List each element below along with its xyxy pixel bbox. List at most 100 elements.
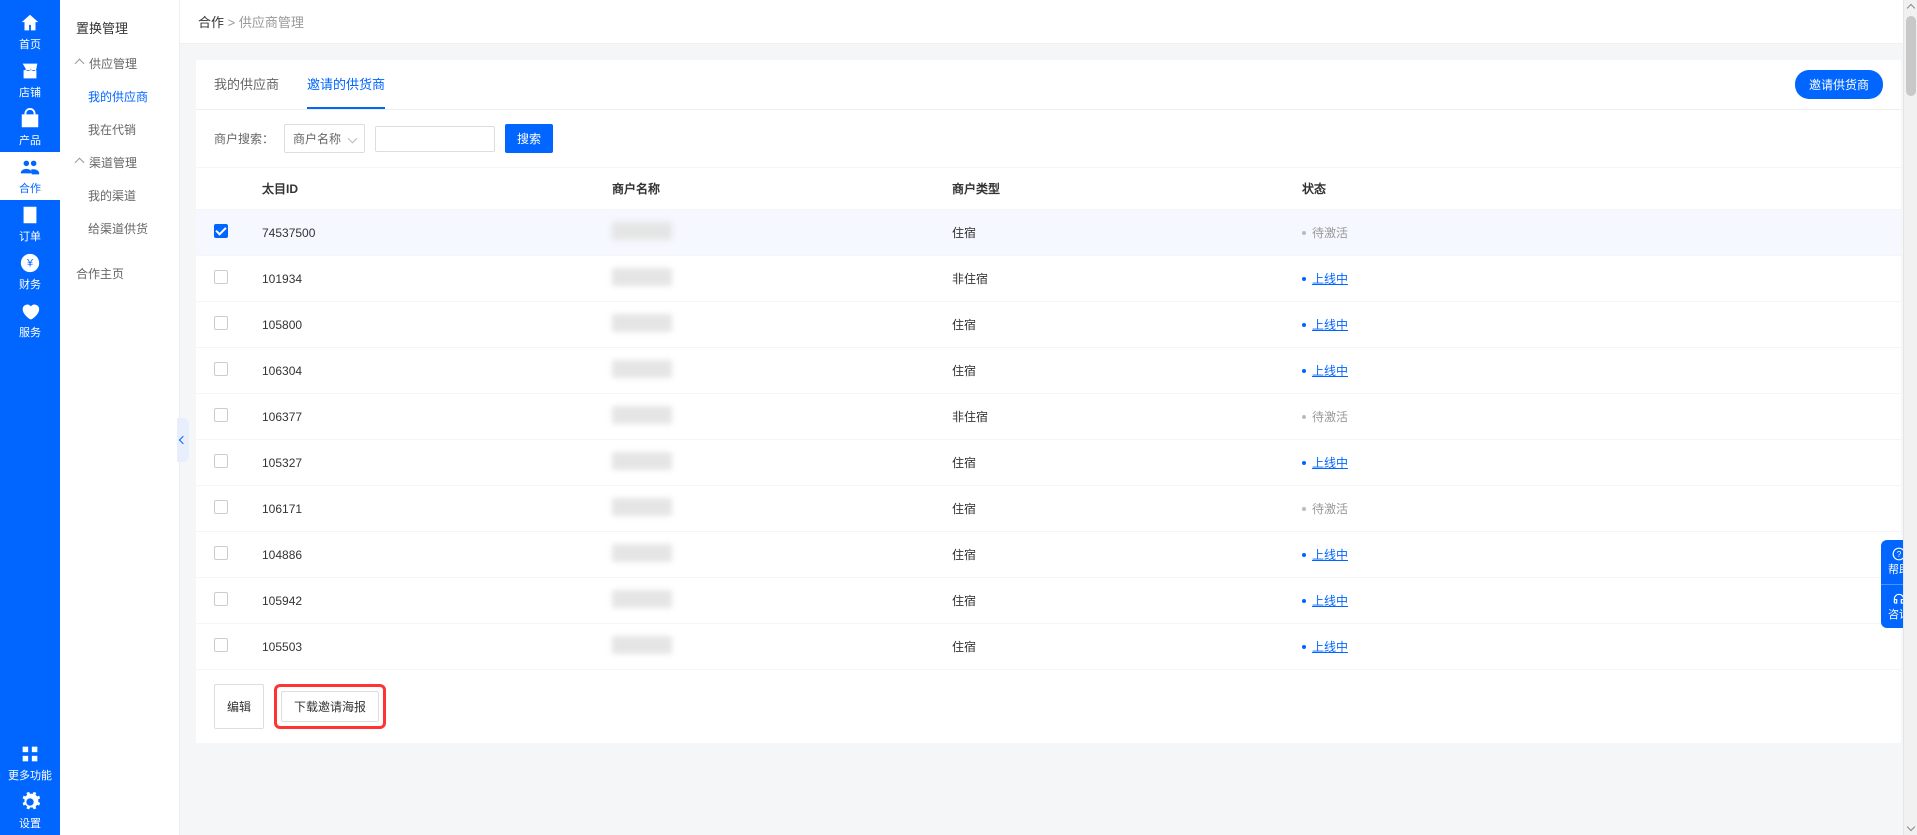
- redacted-name: [612, 222, 672, 240]
- rail-item-order[interactable]: 订单: [0, 200, 60, 248]
- status-badge[interactable]: 上线中: [1302, 270, 1348, 287]
- bag-icon: [19, 108, 41, 130]
- row-checkbox[interactable]: [214, 638, 228, 652]
- table-row[interactable]: 105503住宿上线中: [196, 624, 1901, 670]
- table-row[interactable]: 106304住宿上线中: [196, 348, 1901, 394]
- rail-label: 店铺: [19, 84, 41, 100]
- cell-type: 住宿: [952, 546, 1302, 563]
- cell-name: [612, 314, 952, 335]
- table-row[interactable]: 105942住宿上线中: [196, 578, 1901, 624]
- row-checkbox[interactable]: [214, 270, 228, 284]
- cell-status: 上线中: [1302, 546, 1883, 564]
- rail-item-settings[interactable]: 设置: [0, 787, 60, 835]
- svg-text:?: ?: [1897, 550, 1902, 559]
- redacted-name: [612, 452, 672, 470]
- redacted-name: [612, 314, 672, 332]
- cell-id: 106377: [262, 410, 612, 424]
- cell-type: 住宿: [952, 316, 1302, 333]
- cell-type: 住宿: [952, 500, 1302, 517]
- tab-my-suppliers[interactable]: 我的供应商: [214, 60, 279, 109]
- row-checkbox[interactable]: [214, 316, 228, 330]
- subnav-group-channel[interactable]: 渠道管理: [60, 146, 179, 179]
- tab-bar: 我的供应商 邀请的供货商 邀请供货商: [196, 60, 1901, 110]
- status-badge[interactable]: 上线中: [1302, 454, 1348, 471]
- cell-name: [612, 360, 952, 381]
- rail-label: 订单: [19, 228, 41, 244]
- scroll-thumb[interactable]: [1906, 16, 1916, 96]
- cell-name: [612, 590, 952, 611]
- cell-type: 非住宿: [952, 408, 1302, 425]
- row-checkbox[interactable]: [214, 500, 228, 514]
- breadcrumb-root[interactable]: 合作: [198, 15, 224, 30]
- row-checkbox[interactable]: [214, 546, 228, 560]
- heart-icon: [19, 300, 41, 322]
- home-icon: [19, 12, 41, 34]
- redacted-name: [612, 636, 672, 654]
- subnav-item-my-suppliers[interactable]: 我的供应商: [60, 80, 179, 113]
- cell-status: 上线中: [1302, 316, 1883, 334]
- search-input[interactable]: [375, 126, 495, 152]
- table-header-row: 太目ID 商户名称 商户类型 状态: [196, 168, 1901, 210]
- subnav-group-supply[interactable]: 供应管理: [60, 47, 179, 80]
- row-checkbox[interactable]: [214, 408, 228, 422]
- rail-label: 首页: [19, 36, 41, 52]
- subnav-item-supply-to-channel[interactable]: 给渠道供货: [60, 212, 179, 245]
- cell-name: [612, 636, 952, 657]
- merchant-search-label: 商户搜索：: [214, 130, 274, 147]
- tab-invited-suppliers[interactable]: 邀请的供货商: [307, 60, 385, 109]
- subnav-item-coop-home[interactable]: 合作主页: [60, 257, 179, 290]
- rail-item-more[interactable]: 更多功能: [0, 739, 60, 787]
- download-invite-poster-button[interactable]: 下载邀请海报: [281, 691, 379, 722]
- scroll-down-arrow[interactable]: [1904, 821, 1917, 835]
- search-field-select[interactable]: 商户名称: [284, 124, 365, 153]
- table-actions: 编辑 下载邀请海报: [196, 670, 1901, 743]
- breadcrumb-current: 供应商管理: [239, 15, 304, 30]
- rail-item-coop[interactable]: 合作: [0, 152, 60, 200]
- subnav-title: 置换管理: [60, 12, 179, 47]
- scroll-up-arrow[interactable]: [1904, 0, 1917, 14]
- table-row[interactable]: 105800住宿上线中: [196, 302, 1901, 348]
- cell-id: 106304: [262, 364, 612, 378]
- cell-id: 105327: [262, 456, 612, 470]
- redacted-name: [612, 268, 672, 286]
- table-row[interactable]: 74537500住宿待激活: [196, 210, 1901, 256]
- rail-label: 合作: [19, 180, 41, 196]
- subnav-item-consignment[interactable]: 我在代销: [60, 113, 179, 146]
- status-badge[interactable]: 上线中: [1302, 362, 1348, 379]
- rail-label: 财务: [19, 276, 41, 292]
- breadcrumb: 合作 > 供应商管理: [180, 0, 1917, 44]
- rail-item-shop[interactable]: 店铺: [0, 56, 60, 104]
- currency-icon: ¥: [19, 252, 41, 274]
- row-checkbox[interactable]: [214, 362, 228, 376]
- rail-item-home[interactable]: 首页: [0, 8, 60, 56]
- group-icon: [19, 156, 41, 178]
- row-checkbox[interactable]: [214, 454, 228, 468]
- cell-id: 101934: [262, 272, 612, 286]
- table-row[interactable]: 106377非住宿待激活: [196, 394, 1901, 440]
- rail-item-finance[interactable]: ¥ 财务: [0, 248, 60, 296]
- cell-name: [612, 268, 952, 289]
- table-row[interactable]: 101934非住宿上线中: [196, 256, 1901, 302]
- cell-type: 住宿: [952, 638, 1302, 655]
- status-badge[interactable]: 上线中: [1302, 638, 1348, 655]
- row-checkbox[interactable]: [214, 592, 228, 606]
- rail-label: 设置: [19, 815, 41, 831]
- search-button[interactable]: 搜索: [505, 124, 553, 153]
- rail-label: 更多功能: [8, 767, 52, 783]
- invite-supplier-button[interactable]: 邀请供货商: [1795, 70, 1883, 99]
- cell-name: [612, 452, 952, 473]
- sidebar-collapse-handle[interactable]: [177, 418, 189, 462]
- table-row[interactable]: 106171住宿待激活: [196, 486, 1901, 532]
- cell-status: 待激活: [1302, 500, 1883, 518]
- table-row[interactable]: 104886住宿上线中: [196, 532, 1901, 578]
- subnav-item-my-channels[interactable]: 我的渠道: [60, 179, 179, 212]
- status-badge[interactable]: 上线中: [1302, 546, 1348, 563]
- row-checkbox[interactable]: [214, 224, 228, 238]
- rail-item-product[interactable]: 产品: [0, 104, 60, 152]
- page-scrollbar[interactable]: [1903, 0, 1917, 835]
- edit-button[interactable]: 编辑: [214, 684, 264, 729]
- table-row[interactable]: 105327住宿上线中: [196, 440, 1901, 486]
- rail-item-service[interactable]: 服务: [0, 296, 60, 344]
- status-badge[interactable]: 上线中: [1302, 592, 1348, 609]
- status-badge[interactable]: 上线中: [1302, 316, 1348, 333]
